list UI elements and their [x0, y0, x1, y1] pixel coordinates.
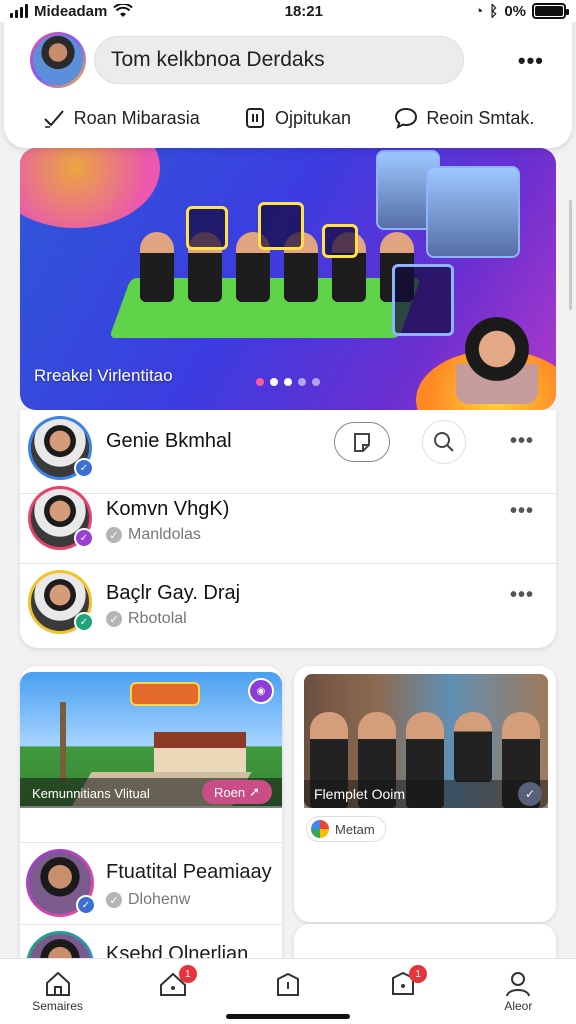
tab-package[interactable]: 1: [363, 959, 443, 1024]
scroll-indicator: [569, 200, 572, 310]
check-icon: ✓: [106, 527, 122, 543]
avatar: ✓: [26, 849, 96, 917]
verified-badge: ✓: [76, 895, 96, 915]
bluetooth-icon: ᛒ: [489, 2, 499, 20]
note-icon: [354, 433, 370, 452]
verified-badge: ✓: [74, 612, 94, 632]
profile-icon: [506, 972, 531, 997]
tab-profile[interactable]: Aleor: [478, 959, 558, 1024]
google-icon: [311, 820, 329, 838]
reel-button[interactable]: Roen ➚: [202, 780, 272, 804]
contacts-list: ✓ Genie Bkmhal ••• ✓ Komvn VhgK) ✓ Manld…: [20, 410, 556, 648]
video-thumbnail: [426, 166, 520, 258]
avatar: ✓: [28, 570, 94, 634]
search-button[interactable]: [422, 420, 466, 464]
signal-icon: [10, 4, 28, 18]
tab-home[interactable]: Semaires: [18, 959, 98, 1024]
floating-tile: [258, 202, 304, 250]
chip-label: Metam: [335, 821, 375, 837]
message-button[interactable]: [334, 422, 390, 462]
floating-tile: [392, 264, 454, 336]
contact-subtitle: ✓ Dlohenw: [106, 891, 190, 909]
community-card[interactable]: ◉ Kemunnitians Vlitual Roen ➚ ✓ Ftuatita…: [20, 666, 282, 996]
reel-label: Roen: [214, 784, 246, 800]
home-indicator: [226, 1014, 350, 1019]
contact-subtitle: ✓ Manldolas: [106, 526, 201, 544]
home-icon: [45, 971, 70, 996]
avatar: ✓: [28, 416, 94, 480]
notification-badge: 1: [409, 965, 428, 983]
subtitle-text: Rbotolal: [128, 610, 187, 627]
contact-name: Baçlr Gay. Draj: [106, 582, 241, 604]
bag-icon: [276, 972, 299, 996]
family-card[interactable]: Flemplet Ooim ✓ Metam: [294, 666, 556, 922]
battery-icon: [532, 3, 569, 19]
search-text: Tom kelkbnoa Derdaks: [111, 48, 325, 71]
palm-graphic: [60, 702, 66, 782]
wifi-icon: [113, 4, 134, 17]
quick-actions: Roan Mibarasia Ojpitukan Reoin Smtak.: [4, 106, 572, 130]
action-label: Roan Mibarasia: [73, 107, 200, 128]
floating-tile: [186, 206, 228, 250]
check-icon: [43, 110, 64, 128]
hero-banner[interactable]: Rreakel Virlentitao: [20, 148, 556, 410]
subtitle-text: Manldolas: [128, 526, 201, 543]
top-header: Tom kelkbnoa Derdaks ••• Roan Mibarasia …: [4, 18, 572, 148]
tab-label: Semaires: [32, 999, 83, 1013]
search-bar[interactable]: Tom kelkbnoa Derdaks: [94, 36, 464, 84]
alarm-icon: ◔: [474, 2, 484, 20]
carrier-label: Mideadam: [34, 2, 108, 20]
contact-name: Genie Bkmhal: [106, 430, 232, 452]
contact-subtitle: ✓ Rbotolal: [106, 610, 187, 628]
source-chip[interactable]: Metam: [306, 816, 386, 842]
verified-badge: ✓: [74, 528, 94, 548]
more-options-icon[interactable]: •••: [510, 584, 534, 607]
floating-tile: [322, 224, 358, 258]
clock: 18:21: [284, 2, 323, 20]
notification-badge: 1: [178, 965, 197, 983]
card-caption: Flemplet Ooim: [304, 780, 548, 808]
action-label: Reoin Smtak.: [426, 107, 535, 128]
carousel-dots[interactable]: [256, 378, 320, 386]
list-item[interactable]: ✓ Baçlr Gay. Draj ✓ Rbotolal •••: [20, 564, 556, 648]
check-icon[interactable]: ✓: [518, 782, 542, 806]
status-bar: Mideadam 18:21 ◔ ᛒ 0%: [0, 0, 576, 22]
more-options-icon[interactable]: •••: [510, 500, 534, 523]
more-options-icon[interactable]: •••: [518, 48, 544, 74]
list-item[interactable]: ✓ Ftuatital Peamiaay ✓ Dlohenw: [20, 842, 282, 926]
tab-label: Aleor: [504, 999, 533, 1013]
subtitle-text: Dlohenw: [128, 891, 191, 908]
battery-percent: 0%: [504, 2, 526, 20]
list-item[interactable]: ✓ Komvn VhgK) ✓ Manldolas •••: [20, 480, 556, 564]
sign-graphic: [130, 682, 200, 706]
tab-house[interactable]: 1: [133, 959, 213, 1024]
live-icon[interactable]: ◉: [248, 678, 274, 704]
presenter-illustration: [456, 304, 538, 404]
hero-caption: Rreakel Virlentitao: [34, 366, 173, 385]
arrow-icon: ➚: [249, 784, 260, 799]
decor-blob: [20, 148, 160, 228]
check-icon: ✓: [106, 611, 122, 627]
action-ojpitukan[interactable]: Ojpitukan: [243, 106, 351, 130]
check-icon: ✓: [106, 892, 122, 908]
avatar: ✓: [28, 486, 94, 550]
action-roan[interactable]: Roan Mibarasia: [42, 106, 200, 130]
clipboard-icon: [245, 108, 264, 128]
action-label: Ojpitukan: [274, 107, 352, 128]
contact-name: Komvn VhgK): [106, 498, 230, 520]
search-icon: [434, 432, 454, 452]
verified-badge: ✓: [74, 458, 94, 478]
chat-bubble-icon: [395, 107, 418, 129]
action-reoin[interactable]: Reoin Smtak.: [394, 106, 534, 130]
more-options-icon[interactable]: •••: [510, 430, 534, 453]
profile-avatar[interactable]: [30, 32, 86, 88]
contact-name: Ftuatital Peamiaay: [106, 861, 272, 883]
